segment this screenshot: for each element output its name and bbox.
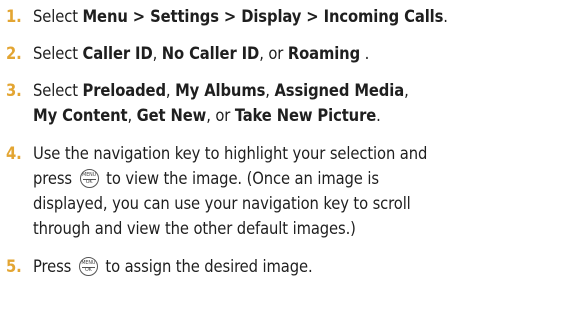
menu-term: No Caller ID: [161, 44, 260, 63]
text-run: press: [33, 169, 77, 188]
step-line: My Content, Get New, or Take New Picture…: [33, 103, 558, 128]
key-label-top: MENU: [81, 261, 96, 266]
text-run: .: [376, 106, 381, 125]
step-number: 3.: [6, 81, 22, 100]
step-number: 4.: [6, 144, 22, 163]
step-text: Select Menu > Settings > Display > Incom…: [33, 4, 558, 29]
text-run: .: [443, 7, 448, 26]
text-run: ,: [152, 44, 162, 63]
step-text: Use the navigation key to highlight your…: [33, 141, 558, 241]
menu-term: Take New Picture: [234, 106, 377, 125]
step-line: Select Menu > Settings > Display > Incom…: [33, 4, 558, 29]
text-run: through and view the other default image…: [33, 219, 356, 238]
text-run: Select: [33, 44, 83, 63]
step-text: Select Preloaded, My Albums, Assigned Me…: [33, 78, 558, 128]
menu-term: Menu > Settings > Display > Incoming Cal…: [82, 7, 444, 26]
text-run: to assign the desired image.: [100, 257, 313, 276]
key-label-bottom: OK: [84, 268, 92, 273]
menu-term: Get New: [136, 106, 207, 125]
menu-term: Assigned Media: [274, 81, 405, 100]
text-run: Select: [33, 7, 83, 26]
text-run: , or: [259, 44, 288, 63]
step-line: Select Caller ID, No Caller ID, or Roami…: [33, 41, 558, 66]
step-text: Press MENU OK to assign the desired image…: [33, 254, 558, 279]
step-line: press MENU OK to view the image. (Once an…: [33, 166, 558, 191]
step-line: Use the navigation key to highlight your…: [33, 141, 558, 166]
menu-ok-key-icon: MENU OK: [79, 169, 99, 188]
step-number: 5.: [6, 257, 22, 276]
step-number: 1.: [6, 7, 22, 26]
key-label-bottom: OK: [85, 180, 93, 185]
text-run: ,: [127, 106, 137, 125]
menu-term: My Content: [33, 106, 128, 125]
step-text: Select Caller ID, No Caller ID, or Roami…: [33, 41, 558, 66]
step-line: Press MENU OK to assign the desired image…: [33, 254, 558, 279]
menu-ok-key-icon: MENU OK: [78, 257, 98, 276]
text-run: to view the image. (Once an image is: [101, 169, 379, 188]
step-line: displayed, you can use your navigation k…: [33, 191, 558, 216]
instructions-list: 1. Select Menu > Settings > Display > In…: [0, 0, 561, 314]
text-run: .: [360, 44, 370, 63]
menu-term: My Albums: [175, 81, 266, 100]
step-line: Select Preloaded, My Albums, Assigned Me…: [33, 78, 558, 103]
step-line: through and view the other default image…: [33, 216, 558, 241]
key-label-top: MENU: [82, 173, 97, 178]
menu-term: Caller ID: [82, 44, 153, 63]
text-run: Use the navigation key to highlight your…: [33, 144, 428, 163]
step-number: 2.: [6, 44, 22, 63]
text-run: ,: [165, 81, 176, 100]
menu-term: Roaming: [287, 44, 361, 63]
text-run: displayed, you can use your navigation k…: [33, 194, 411, 213]
menu-term: Preloaded: [82, 81, 166, 100]
text-run: Select: [33, 81, 83, 100]
text-run: , or: [206, 106, 235, 125]
text-run: ,: [404, 81, 409, 100]
text-run: Press: [33, 257, 76, 276]
